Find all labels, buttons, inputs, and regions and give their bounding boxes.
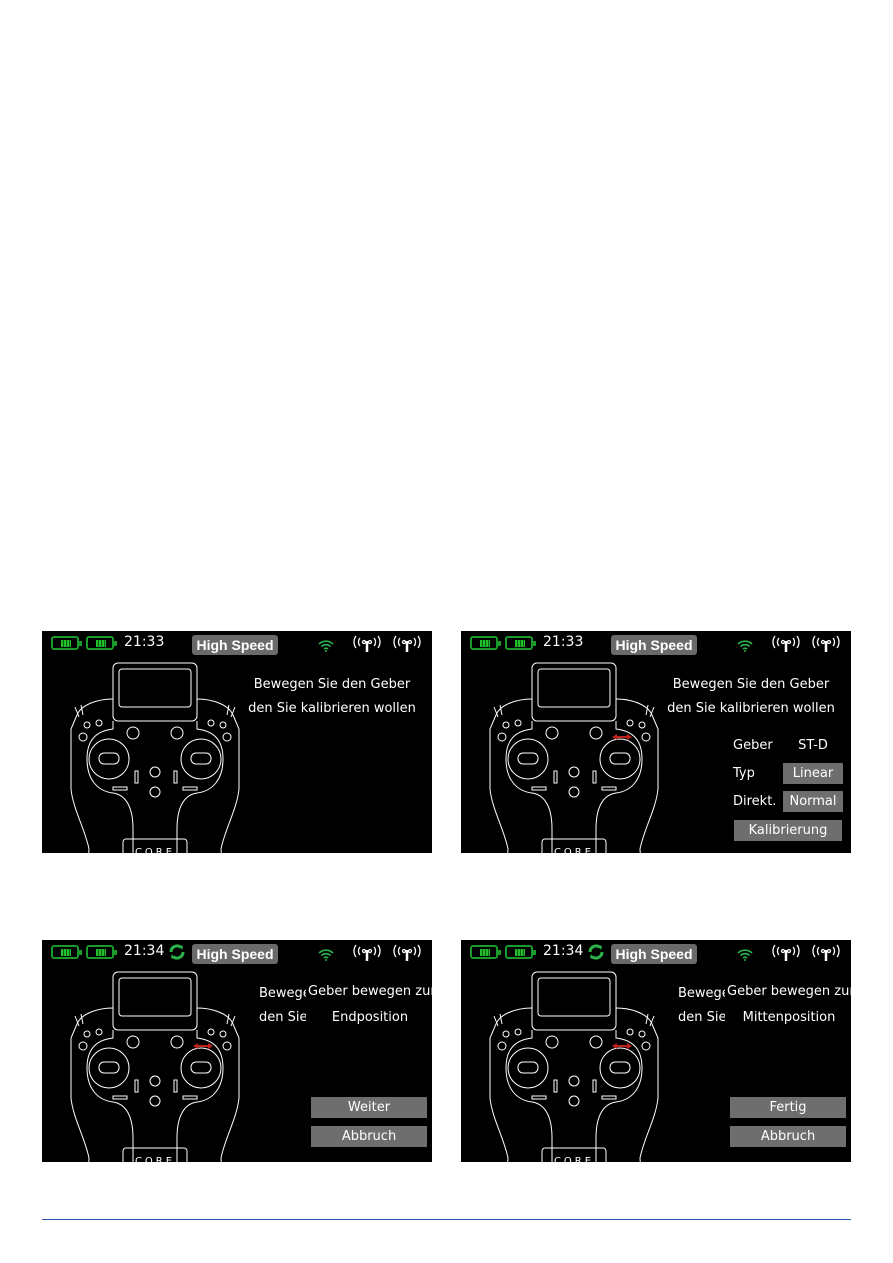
antenna-icon	[770, 942, 802, 966]
battery-level	[96, 949, 106, 956]
device-screen-1: 21:33 High Speed CORE Bewegen Sie den Geber…	[42, 631, 432, 853]
clock-time: 21:34	[124, 943, 165, 959]
battery-icon	[470, 945, 501, 959]
battery-level	[515, 640, 525, 647]
battery-icon	[86, 636, 117, 650]
footer-rule	[42, 1219, 851, 1220]
clock-time: 21:33	[124, 634, 165, 650]
battery-level	[61, 949, 71, 956]
calibrate-button[interactable]: Kalibrierung	[734, 820, 842, 841]
antenna-icon	[391, 633, 423, 657]
geber-value: ST-D	[798, 738, 828, 753]
typ-label: Typ	[733, 766, 755, 781]
mode-badge[interactable]: High Speed	[192, 944, 278, 964]
transmitter-illustration: CORE	[57, 968, 257, 1162]
instruction-line-1: Bewege	[259, 986, 311, 1001]
svg-text:CORE: CORE	[554, 1156, 594, 1162]
manual-page: 21:33 High Speed CORE Bewegen Sie den Geber…	[0, 0, 893, 1263]
instruction-line-2: den Sie kalibrieren wollen	[248, 701, 416, 716]
battery-level	[96, 640, 106, 647]
refresh-icon	[587, 943, 605, 961]
mode-badge[interactable]: High Speed	[192, 635, 278, 655]
dialog-line-2: Endposition	[331, 1010, 409, 1025]
dialog-primary-button[interactable]: Fertig	[730, 1097, 846, 1118]
transmitter-illustration: CORE	[476, 968, 676, 1162]
clock-time: 21:34	[543, 943, 584, 959]
dialog-line-2: Mittenposition	[742, 1010, 836, 1025]
antenna-icon	[810, 633, 842, 657]
instruction-line-1: Bewegen Sie den Geber	[253, 677, 411, 692]
direkt-label: Direkt.	[733, 794, 777, 809]
typ-select[interactable]: Linear	[783, 763, 843, 784]
battery-icon	[505, 945, 536, 959]
antenna-icon	[810, 942, 842, 966]
instruction-line-2: den Sie	[259, 1010, 308, 1025]
antenna-icon	[391, 942, 423, 966]
cancel-button[interactable]: Abbruch	[311, 1126, 427, 1147]
dialog-line-1: Geber bewegen zur	[308, 984, 432, 999]
battery-level	[480, 640, 490, 647]
mode-badge[interactable]: High Speed	[611, 944, 697, 964]
battery-icon	[51, 945, 82, 959]
svg-text:CORE: CORE	[135, 847, 175, 853]
battery-icon	[470, 636, 501, 650]
device-screen-3: 21:34 High Speed CORE Bewege den Sie Geber be…	[42, 940, 432, 1162]
direction-select[interactable]: Normal	[783, 791, 843, 812]
mode-badge[interactable]: High Speed	[611, 635, 697, 655]
battery-level	[515, 949, 525, 956]
cancel-button[interactable]: Abbruch	[730, 1126, 846, 1147]
antenna-icon	[351, 633, 383, 657]
antenna-icon	[351, 942, 383, 966]
dialog-primary-button[interactable]: Weiter	[311, 1097, 427, 1118]
clock-time: 21:33	[543, 634, 584, 650]
instruction-line-1: Bewegen Sie den Geber	[672, 677, 830, 692]
svg-text:CORE: CORE	[554, 847, 594, 853]
refresh-icon	[168, 943, 186, 961]
dialog-line-1: Geber bewegen zur	[727, 984, 851, 999]
battery-icon	[51, 636, 82, 650]
battery-icon	[86, 945, 117, 959]
geber-label: Geber	[733, 738, 773, 753]
transmitter-illustration: CORE	[476, 659, 676, 853]
wifi-icon	[737, 946, 753, 965]
battery-level	[480, 949, 490, 956]
device-screen-4: 21:34 High Speed CORE Bewege den Sie Geber be…	[461, 940, 851, 1162]
battery-icon	[505, 636, 536, 650]
svg-text:CORE: CORE	[135, 1156, 175, 1162]
instruction-line-2: den Sie kalibrieren wollen	[667, 701, 835, 716]
antenna-icon	[770, 633, 802, 657]
wifi-icon	[318, 637, 334, 656]
instruction-line-1: Bewege	[678, 986, 730, 1001]
wifi-icon	[318, 946, 334, 965]
device-screen-2: 21:33 High Speed CORE Bewegen Sie den Geber…	[461, 631, 851, 853]
transmitter-illustration: CORE	[57, 659, 257, 853]
battery-level	[61, 640, 71, 647]
instruction-line-2: den Sie	[678, 1010, 727, 1025]
wifi-icon	[737, 637, 753, 656]
